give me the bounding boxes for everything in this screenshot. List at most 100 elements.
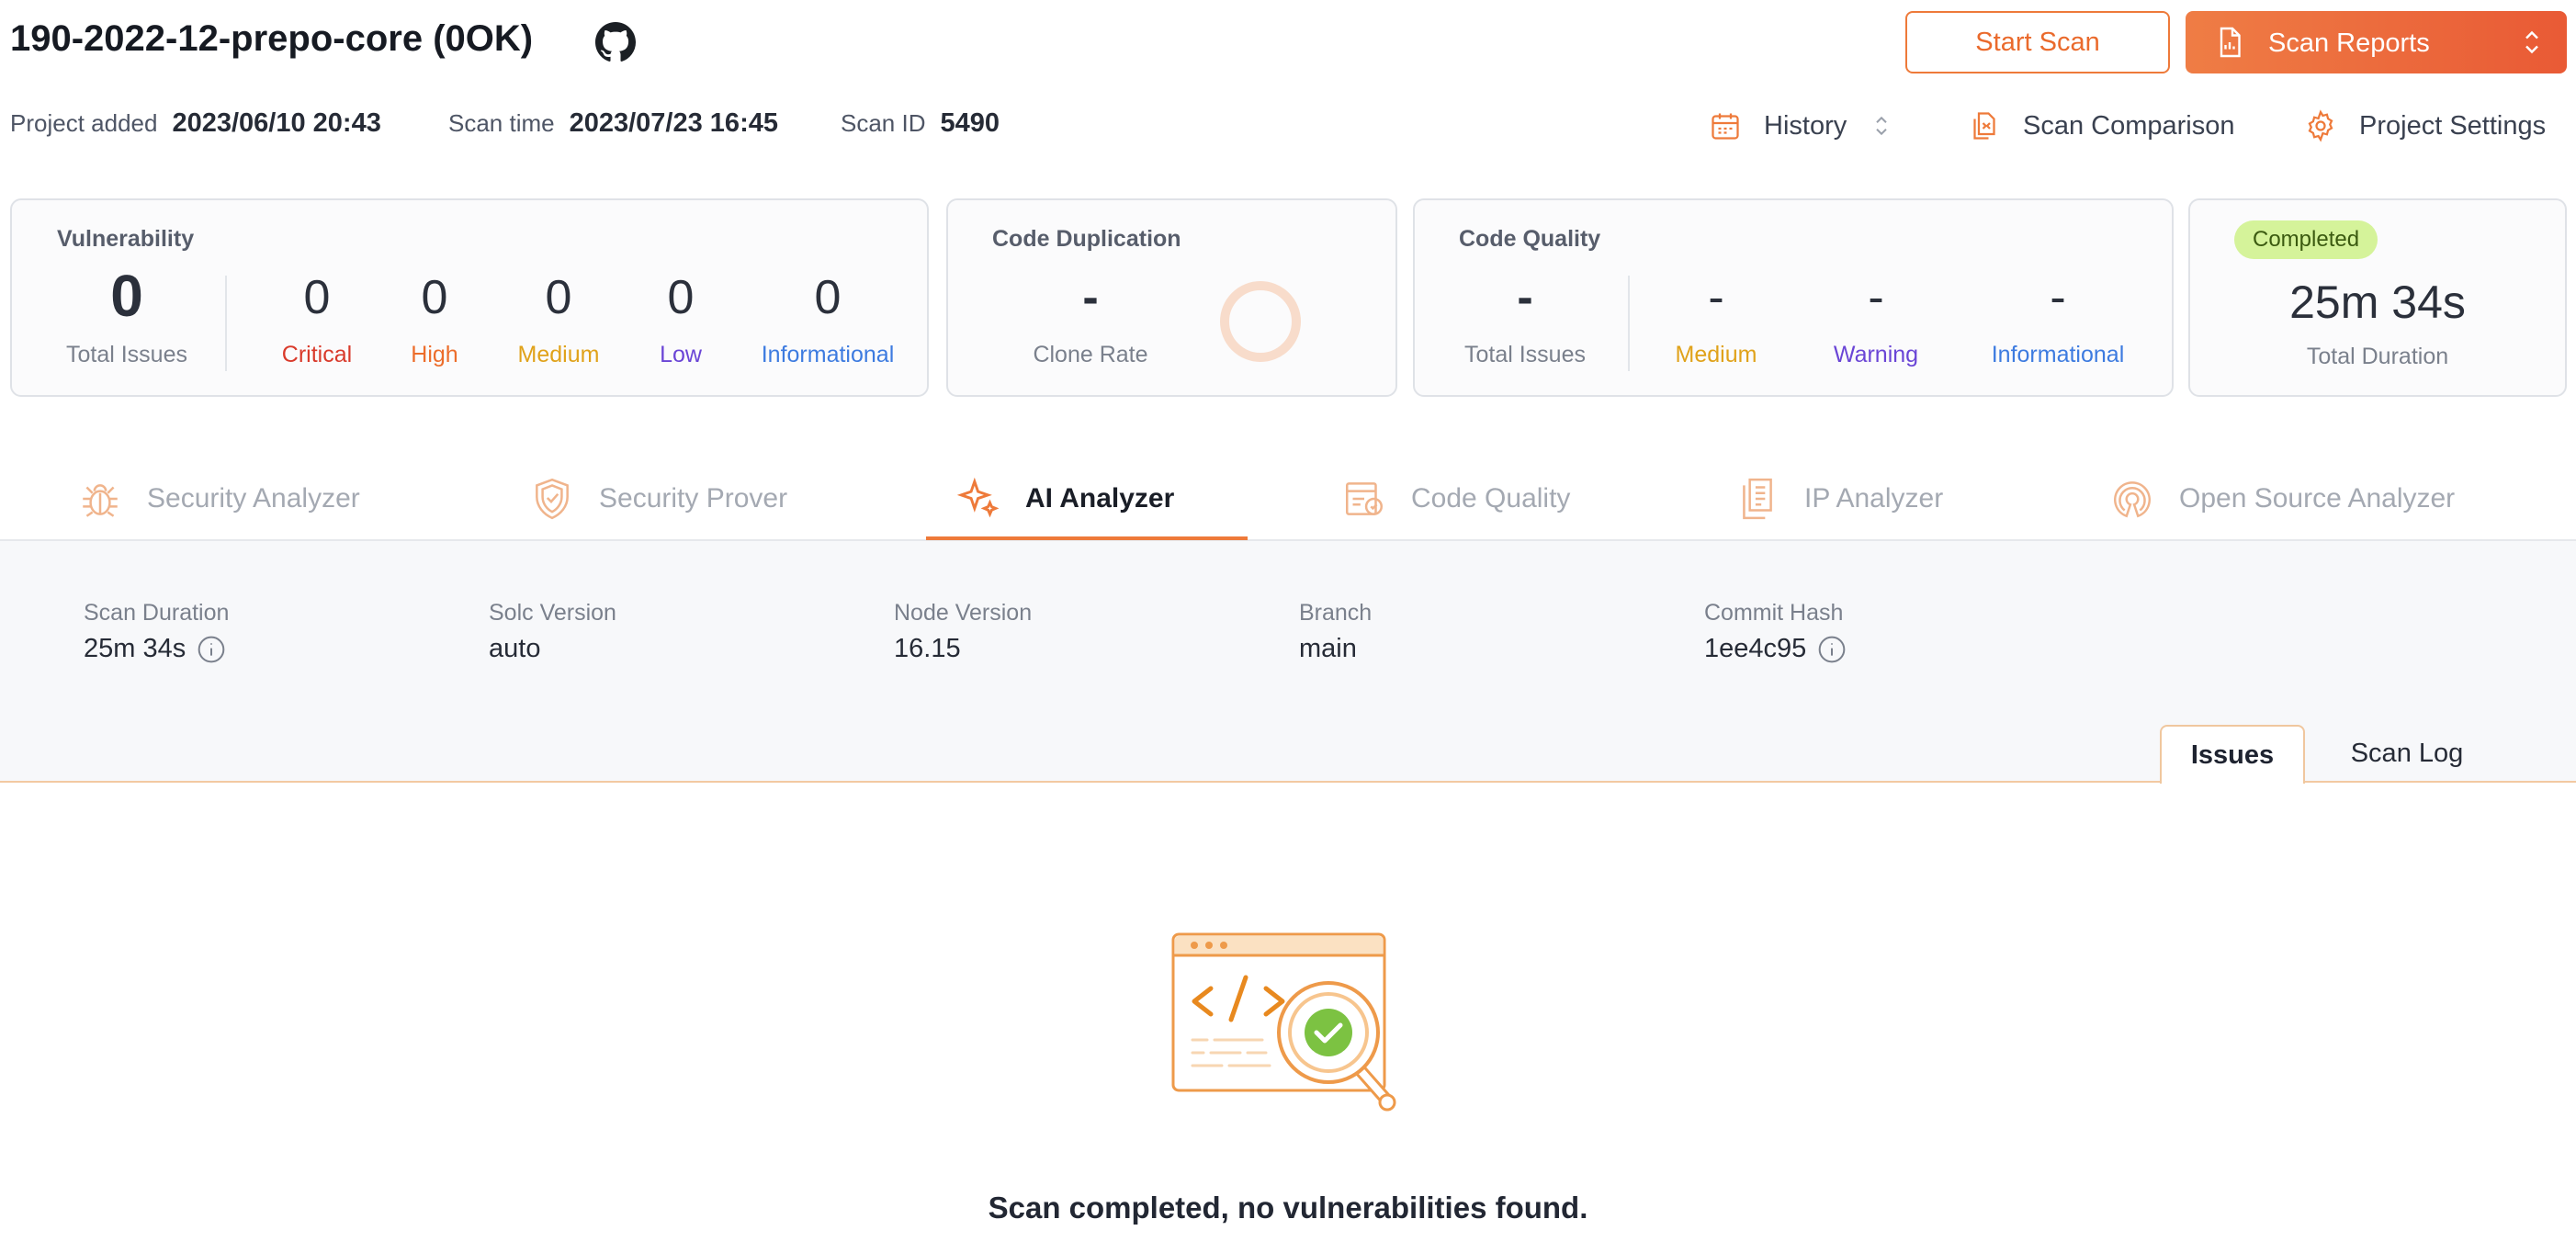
scan-time-label: Scan time [448,109,555,137]
total-duration: 25m 34s Total Duration [2190,279,2565,370]
vulnerability-total-label: Total Issues [65,342,187,367]
compare-documents-icon [1973,112,1995,140]
empty-state-message: Scan completed, no vulnerabilities found… [988,1191,1588,1225]
scan-duration-value: 25m 34s [84,634,186,663]
project-settings-label: Project Settings [2359,110,2547,141]
scan-time-value: 2023/07/23 16:45 [569,108,778,138]
status-card: Completed 25m 34s Total Duration [2188,198,2567,397]
total-duration-value: 25m 34s [2289,277,2466,328]
tab-label: Security Analyzer [147,483,360,514]
vulnerability-total: 0 Total Issues [53,266,200,368]
severity-value: 0 [814,271,842,324]
tab-ip-analyzer[interactable]: IP Analyzer [1734,467,1943,531]
scan-reports-label: Scan Reports [2268,28,2430,58]
code-duplication-card[interactable]: Code Duplication - Clone Rate [946,198,1397,397]
total-duration-label: Total Duration [2306,344,2449,369]
tab-code-quality[interactable]: Code Quality [1341,467,1570,531]
status-badge: Completed [2234,220,2378,259]
branch-value: main [1299,634,1357,663]
severity-value: 0 [421,271,448,324]
node-version-value: 16.15 [894,634,961,663]
scan-id: Scan ID 5490 [841,108,1000,139]
document-stack-icon [1743,478,1772,520]
clone-rate: - Clone Rate [1012,274,1169,368]
code-quality-card[interactable]: Code Quality - Total Issues - Medium - W… [1413,198,2174,397]
commit-hash-value: 1ee4c95 [1704,634,1807,663]
code-quality-title: Code Quality [1459,226,1601,252]
scan-comparison-button[interactable]: Scan Comparison [1968,103,2235,149]
tab-ai-analyzer[interactable]: AI Analyzer [955,467,1174,531]
code-quality-total: - Total Issues [1452,274,1599,368]
commit-hash: Commit Hash 1ee4c95 [1704,600,1847,664]
tab-scan-log[interactable]: Scan Log [2333,725,2480,782]
info-icon[interactable] [197,635,226,664]
project-added-value: 2023/06/10 20:43 [172,108,381,138]
project-added-label: Project added [10,109,158,137]
tab-label: Open Source Analyzer [2179,483,2456,514]
severity-medium: 0 Medium [494,274,623,368]
project-title: 190-2022-12-prepo-core (0OK) [10,18,534,59]
severity-label: Critical [281,342,353,367]
vulnerability-total-value: 0 [110,263,143,329]
solc-version-value: auto [489,634,541,663]
code-quality-icon [1346,482,1383,515]
sparkle-icon [956,477,1000,518]
calendar-icon [1712,113,1739,140]
quality-label: Warning [1833,342,1919,367]
severity-label: Low [660,342,702,367]
start-scan-button[interactable]: Start Scan [1905,11,2170,73]
solc-version: Solc Version auto [489,600,616,664]
history-select[interactable]: History [1709,103,1891,149]
tab-security-analyzer[interactable]: Security Analyzer [77,467,360,531]
quality-label: Informational [1991,342,2125,367]
github-icon[interactable] [595,22,636,62]
tab-label: AI Analyzer [1025,483,1175,514]
node-version-label: Node Version [894,600,1033,626]
severity-value: 0 [545,271,572,324]
commit-hash-label: Commit Hash [1704,600,1844,626]
open-source-icon [2114,481,2151,518]
project-added: Project added 2023/06/10 20:43 [10,108,381,139]
severity-high: 0 High [379,274,490,368]
tab-label: IP Analyzer [1804,483,1944,514]
scan-time: Scan time 2023/07/23 16:45 [448,108,778,139]
divider [225,276,227,371]
gear-icon [2308,109,2333,142]
scan-duration: Scan Duration 25m 34s [84,600,229,664]
shield-icon [536,478,569,520]
scan-reports-button[interactable]: Scan Reports [2186,11,2567,73]
clone-rate-label: Clone Rate [1033,342,1148,367]
scan-duration-label: Scan Duration [84,600,230,626]
report-icon [2220,27,2241,58]
quality-informational: - Informational [1966,274,2150,368]
branch-label: Branch [1299,600,1373,626]
severity-low: 0 Low [626,274,736,368]
quality-warning: - Warning [1812,274,1940,368]
donut-chart [1220,281,1301,362]
chevron-updown-icon [1876,116,1887,136]
severity-label: Informational [761,342,895,367]
severity-value: 0 [667,271,695,324]
quality-value: - [1868,271,1884,324]
severity-critical: 0 Critical [253,274,381,368]
code-quality-total-value: - [1517,271,1533,324]
divider [1628,276,1630,371]
no-issues-illustration [1171,932,1396,1112]
tab-issues[interactable]: Issues [2160,725,2305,784]
branch: Branch main [1299,600,1372,664]
severity-label: High [411,342,458,367]
scan-id-label: Scan ID [841,109,926,137]
info-icon[interactable] [1817,635,1847,664]
node-version: Node Version 16.15 [894,600,1032,664]
scan-id-value: 5490 [940,108,1000,138]
code-quality-total-label: Total Issues [1463,342,1586,367]
tab-security-prover[interactable]: Security Prover [529,467,787,531]
quality-label: Medium [1675,342,1757,367]
tab-open-source-analyzer[interactable]: Open Source Analyzer [2109,467,2455,531]
bug-icon [83,484,118,517]
quality-value: - [1708,271,1724,324]
quality-value: - [2050,271,2066,324]
vulnerability-card[interactable]: Vulnerability 0 Total Issues 0 Critical … [10,198,929,397]
tab-label: Code Quality [1411,483,1571,514]
project-settings-button[interactable]: Project Settings [2304,103,2546,149]
